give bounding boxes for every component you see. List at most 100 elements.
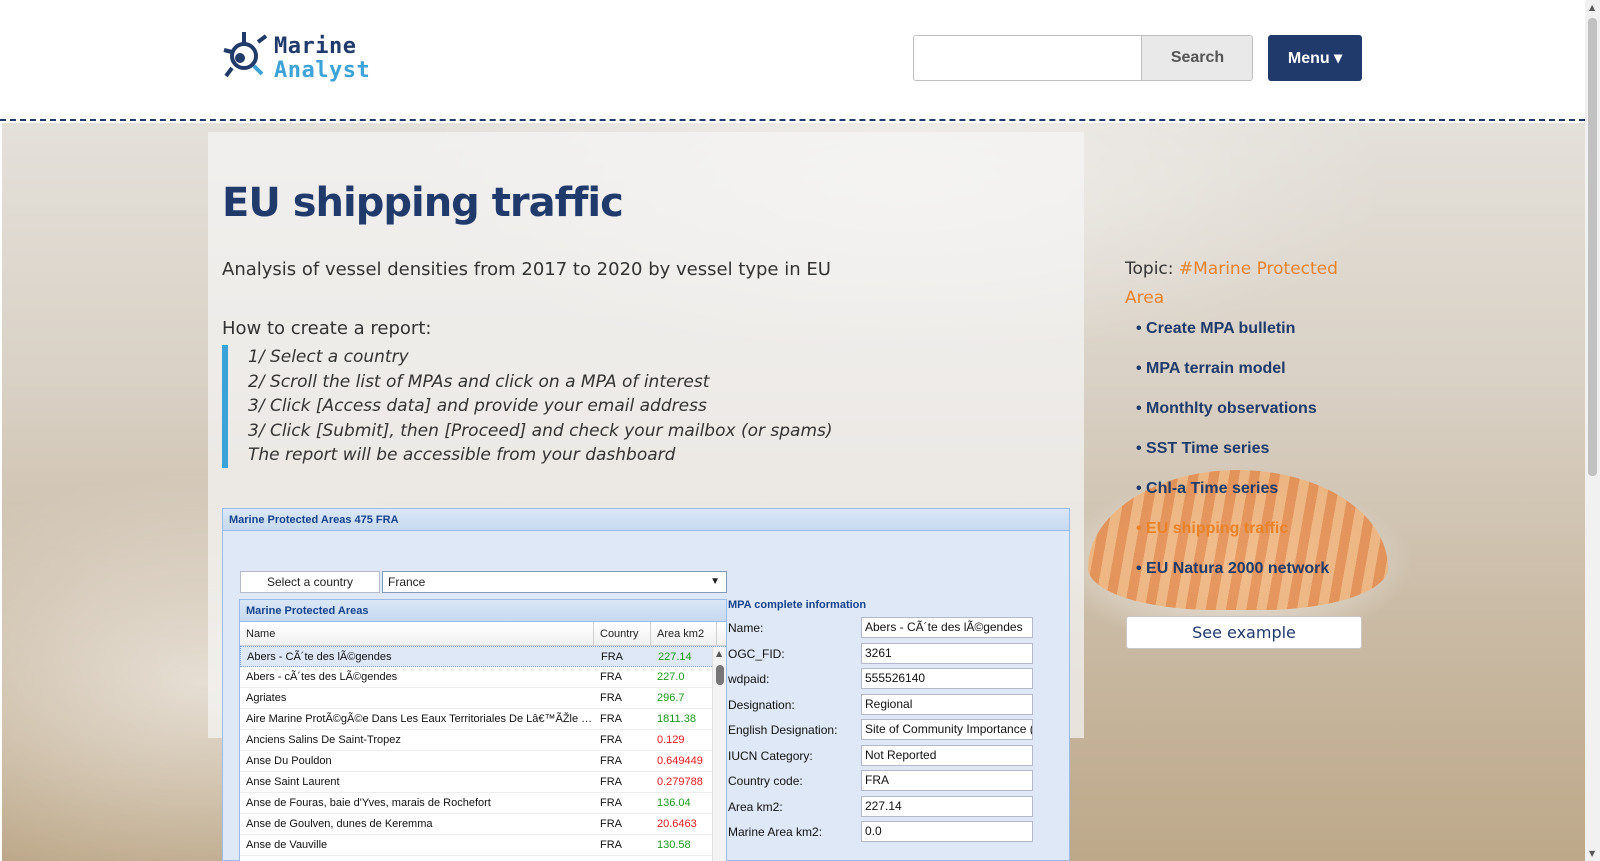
country-select[interactable]: France ▼ xyxy=(382,571,727,593)
topic-link[interactable]: • MPA terrain model xyxy=(1136,358,1329,398)
howto-step: 2/ Scroll the list of MPAs and click on … xyxy=(248,371,710,392)
grid-scrollbar[interactable]: ▲ xyxy=(712,647,726,861)
info-field-label: OGC_FID: xyxy=(728,646,785,661)
info-field-value[interactable]: FRA xyxy=(861,770,1033,791)
table-row[interactable]: Anse Saint Laurent FRA 0.279788 xyxy=(240,772,726,793)
cell-country: FRA xyxy=(600,692,622,704)
info-field-label: English Designation: xyxy=(728,723,838,737)
mpa-grid-header: Name Country Area km2 xyxy=(240,622,726,646)
site-header: Marine Analyst Search Menu ▾ xyxy=(0,0,1585,121)
column-header-area[interactable]: Area km2 xyxy=(651,622,717,645)
cell-country: FRA xyxy=(600,818,622,830)
info-field-value[interactable]: Regional xyxy=(861,693,1033,715)
cell-area: 0.279788 xyxy=(657,776,703,788)
topic-link[interactable]: • Chl-a Time series xyxy=(1136,478,1329,518)
column-header-country[interactable]: Country xyxy=(594,622,651,645)
info-field-value[interactable]: 227.14 xyxy=(861,795,1033,817)
search-input[interactable] xyxy=(914,36,1141,80)
topic-link[interactable]: • SST Time series xyxy=(1136,438,1329,478)
topic-prefix: Topic: xyxy=(1125,259,1179,279)
cell-area: 20.6463 xyxy=(657,818,697,830)
select-country-label: Select a country xyxy=(240,571,380,593)
table-row[interactable]: Anse de Goulven, dunes de Keremma FRA 20.6… xyxy=(240,814,726,835)
table-row[interactable]: Anse de Fouras, baie d'Yves, marais de R… xyxy=(240,793,726,814)
info-field: OGC_FID: 3261 xyxy=(728,642,1048,669)
table-row[interactable]: Abers - CÃ´te des lÃ©gendes FRA 227.14 xyxy=(240,646,726,667)
ship-wheel-logo-icon xyxy=(223,32,268,78)
info-field-value[interactable]: 3261 xyxy=(861,642,1033,664)
table-row[interactable]: Anse Du Pouldon FRA 0.649449 xyxy=(240,751,726,772)
table-row[interactable]: Abers - cÃ´tes des LÃ©gendes FRA 227.0 xyxy=(240,667,726,688)
info-field-label: Name: xyxy=(728,621,764,635)
cell-name: Abers - cÃ´tes des LÃ©gendes xyxy=(246,671,398,683)
info-field-value[interactable]: Abers - CÃ´te des lÃ©gendes xyxy=(861,617,1033,638)
cell-country: FRA xyxy=(600,797,622,809)
info-field-value[interactable]: 555526140 xyxy=(861,668,1033,689)
info-field-label: Marine Area km2: xyxy=(728,825,823,839)
scroll-up-icon[interactable]: ▲ xyxy=(716,649,722,658)
cell-name: Anse Saint Laurent xyxy=(246,776,340,788)
mpa-widget: Marine Protected Areas 475 FRA Select a … xyxy=(222,508,1070,861)
mpa-grid-title: Marine Protected Areas xyxy=(240,600,726,622)
info-field: IUCN Category: Not Reported xyxy=(728,744,1048,771)
mpa-grid-body: Abers - CÃ´te des lÃ©gendes FRA 227.14 Aber… xyxy=(240,646,726,856)
marine-analyst-logo[interactable]: Marine Analyst xyxy=(222,30,370,84)
search-button[interactable]: Search xyxy=(1141,36,1252,80)
page-subtitle: Analysis of vessel densities from 2017 t… xyxy=(222,259,831,280)
column-header-name[interactable]: Name xyxy=(240,622,594,645)
topic-link[interactable]: • EU Natura 2000 network xyxy=(1136,558,1329,598)
info-field: English Designation: Site of Community Im… xyxy=(728,719,1048,745)
table-row[interactable]: Anse de Vauville FRA 130.58 xyxy=(240,835,726,856)
info-field: Designation: Regional xyxy=(728,693,1048,720)
info-field: Country code: FRA xyxy=(728,770,1048,796)
grid-scroll-thumb[interactable] xyxy=(716,665,724,685)
cell-country: FRA xyxy=(600,755,622,767)
cell-area: 227.14 xyxy=(658,651,692,663)
info-field-label: Country code: xyxy=(728,774,803,788)
cell-area: 1811.38 xyxy=(657,713,696,725)
cell-country: FRA xyxy=(600,713,622,725)
logo-text-analyst: Analyst xyxy=(274,58,371,83)
table-row[interactable]: Anciens Salins De Saint-Tropez FRA 0.129 xyxy=(240,730,726,751)
cell-name: Anse de Vauville xyxy=(246,839,328,851)
cell-country: FRA xyxy=(600,671,622,683)
table-row[interactable]: Agriates FRA 296.7 xyxy=(240,688,726,709)
cell-name: Aire Marine ProtÃ©gÃ©e Dans Les Eaux Ter… xyxy=(246,713,594,725)
cell-area: 136.04 xyxy=(657,797,691,809)
howto-step: 1/ Select a country xyxy=(248,347,409,367)
cell-name: Anse de Goulven, dunes de Keremma xyxy=(246,818,433,830)
scroll-down-icon[interactable]: ▼ xyxy=(1589,849,1595,858)
page-scrollbar[interactable]: ▲ ▼ xyxy=(1585,0,1600,861)
logo-text-marine: Marine xyxy=(274,34,357,59)
info-field-label: Area km2: xyxy=(728,799,783,814)
see-example-button[interactable]: See example xyxy=(1126,616,1362,649)
cell-name: Anse de Fouras, baie d'Yves, marais de R… xyxy=(246,797,491,809)
mpa-info-title: MPA complete information xyxy=(728,599,867,611)
menu-button[interactable]: Menu ▾ xyxy=(1268,35,1362,81)
cell-country: FRA xyxy=(600,776,622,788)
info-field: Area km2: 227.14 xyxy=(728,795,1048,822)
topic-link[interactable]: • Monthlty observations xyxy=(1136,398,1329,438)
cell-area: 227.0 xyxy=(657,671,685,683)
topic-link[interactable]: • EU shipping traffic xyxy=(1136,518,1329,558)
info-field: Name: Abers - CÃ´te des lÃ©gendes xyxy=(728,617,1048,643)
info-field-value[interactable]: Not Reported xyxy=(861,744,1033,766)
topic-links: • Create MPA bulletin • MPA terrain model… xyxy=(1136,318,1329,598)
topic-link[interactable]: • Create MPA bulletin xyxy=(1136,318,1329,358)
page-scroll-thumb[interactable] xyxy=(1588,18,1597,476)
table-row[interactable]: Aire Marine ProtÃ©gÃ©e Dans Les Eaux Ter… xyxy=(240,709,726,730)
cell-name: Abers - CÃ´te des lÃ©gendes xyxy=(247,651,392,663)
info-field-value[interactable]: 0.0 xyxy=(861,821,1033,842)
howto-title: How to create a report: xyxy=(222,318,432,339)
info-field: Marine Area km2: 0.0 xyxy=(728,821,1048,847)
mpa-widget-title: Marine Protected Areas 475 FRA xyxy=(223,509,1069,531)
info-field-value[interactable]: Site of Community Importance ( xyxy=(861,719,1033,740)
country-select-value: France xyxy=(388,575,426,589)
search-box: Search xyxy=(913,35,1253,81)
howto-step: 3/ Click [Access data] and provide your … xyxy=(248,396,707,416)
scroll-up-icon[interactable]: ▲ xyxy=(1589,3,1595,12)
cell-area: 0.649449 xyxy=(657,755,703,767)
info-field-label: IUCN Category: xyxy=(728,748,813,763)
cell-area: 130.58 xyxy=(657,839,691,851)
howto-step: The report will be accessible from your … xyxy=(248,445,676,465)
